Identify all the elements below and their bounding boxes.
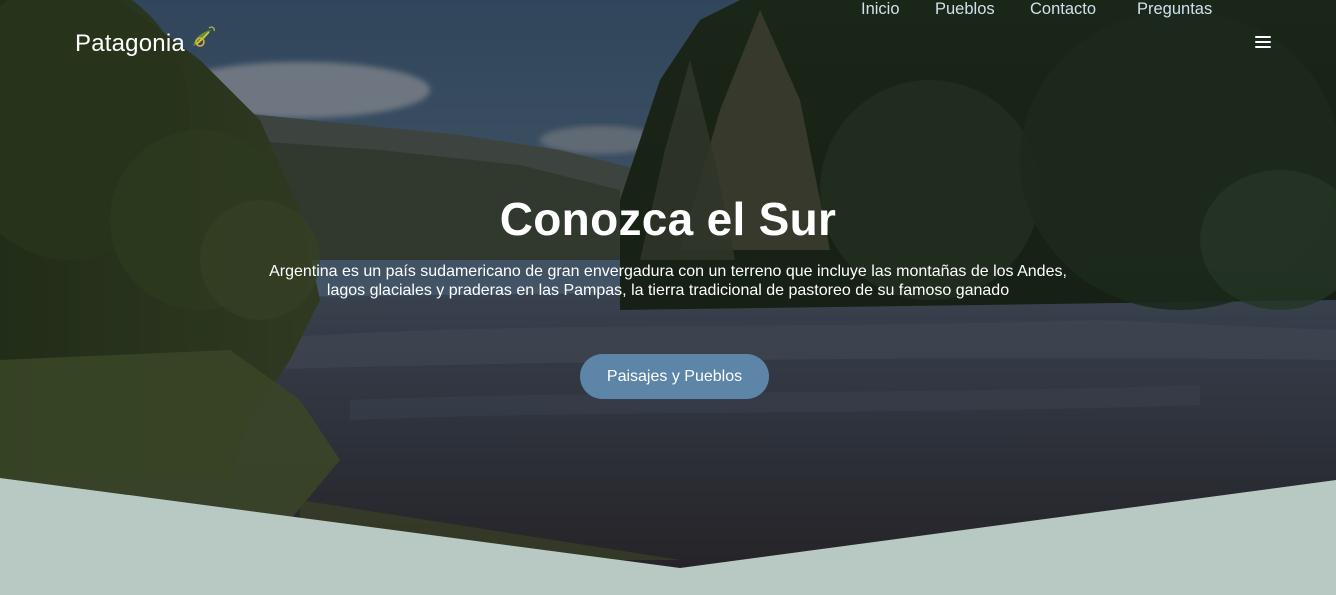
nav-link-pueblos[interactable]: Pueblos (935, 0, 995, 19)
hero-title: Conozca el Sur (499, 193, 837, 245)
brand-name: Patagonia (75, 30, 185, 57)
hamburger-menu-icon[interactable] (1255, 36, 1271, 49)
hero-content: Conozca el Sur Argentina es un país suda… (0, 190, 1336, 399)
hero-description: Argentina es un país sudamericano de gra… (269, 263, 1067, 299)
nav-link-inicio[interactable]: Inicio (861, 0, 900, 19)
nav-link-preguntas[interactable]: Preguntas (1137, 0, 1212, 19)
top-navbar: Patagonia Inicio Pueblos Contacto Pregun… (0, 0, 1336, 80)
paisajes-y-pueblos-button[interactable]: Paisajes y Pueblos (580, 354, 769, 399)
nav-link-contacto[interactable]: Contacto (1030, 0, 1096, 19)
hero-section: Patagonia Inicio Pueblos Contacto Pregun… (0, 0, 1336, 595)
brand-logo-link[interactable]: Patagonia (75, 26, 217, 58)
leaf-swirl-icon (187, 22, 217, 52)
